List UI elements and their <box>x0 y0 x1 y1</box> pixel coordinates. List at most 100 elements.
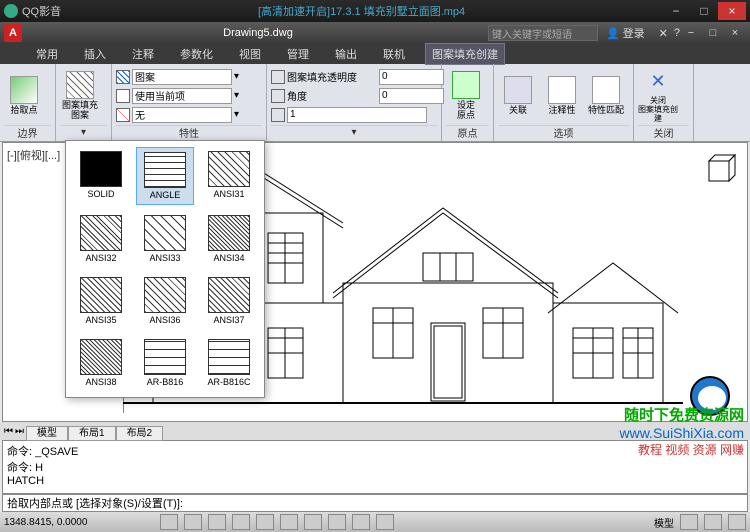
status-btn[interactable] <box>704 514 722 530</box>
pattern-item[interactable]: ANSI31 <box>200 147 258 205</box>
close-hatch-button[interactable]: ✕ 关闭 图案填充创建 <box>638 67 678 123</box>
pattern-item[interactable]: ANSI36 <box>136 273 194 329</box>
status-btn[interactable] <box>728 514 746 530</box>
close-button[interactable]: × <box>718 2 746 20</box>
layout-tab[interactable]: 布局2 <box>116 426 164 441</box>
pattern-item[interactable]: ANSI35 <box>72 273 130 329</box>
annotative-button[interactable]: 注释性 <box>542 76 582 116</box>
hatch-pattern-button[interactable]: 图案填充 图案 <box>60 71 100 121</box>
status-btn[interactable] <box>680 514 698 530</box>
set-origin-button[interactable]: 设定 原点 <box>446 71 486 121</box>
ribbon-tab[interactable]: 参数化 <box>174 44 219 64</box>
ribbon: 拾取点 边界 图案填充 图案 ▾ 图案▾ 使用当前项▾ 无▾ 特性 图案填充透明… <box>0 64 750 142</box>
layout-tab[interactable]: 布局1 <box>68 426 116 441</box>
exchange-icon[interactable]: ✕ <box>659 27 668 40</box>
command-line: HATCH <box>7 475 743 487</box>
pattern-swatch-icon <box>208 215 250 251</box>
coordinates[interactable]: 1348.8415, 0.0000 <box>4 517 154 528</box>
ribbon-tab[interactable]: 视图 <box>233 44 267 64</box>
view-label[interactable]: [-][俯视][...] <box>7 147 60 163</box>
cad-titlebar: A Drawing5.dwg 键入关键字或短语 👤 登录 ✕ ? − □ × <box>0 22 750 44</box>
qp-toggle[interactable] <box>376 514 394 530</box>
pattern-swatch-icon <box>208 339 250 375</box>
associative-icon <box>504 76 532 104</box>
pattern-swatch-icon <box>80 277 122 313</box>
match-icon <box>592 76 620 104</box>
pattern-item[interactable]: ANSI32 <box>72 211 130 267</box>
tab-nav-right-icon[interactable]: ⏭ <box>15 426 24 437</box>
pattern-flyout: SOLIDANGLE ANSI31 ANSI32 ANSI33 ANSI34 ANSI35… <box>65 140 265 398</box>
doc-minimize-button[interactable]: − <box>680 27 702 39</box>
minimize-button[interactable]: − <box>662 2 690 20</box>
watermark: 随时下免费资源网 www.SuiShiXia.com 教程 视频 资源 网赚 <box>620 404 745 458</box>
pattern-item[interactable]: ANSI33 <box>136 211 194 267</box>
chevron-down-icon[interactable]: ▾ <box>234 71 239 82</box>
panel-options[interactable]: 选项 <box>498 125 629 139</box>
ribbon-tab[interactable]: 输出 <box>329 44 363 64</box>
ribbon-tab[interactable]: 图案填充创建 <box>425 43 505 65</box>
layout-tab[interactable]: 模型 <box>26 426 68 441</box>
osnap-toggle[interactable] <box>256 514 274 530</box>
viewcube[interactable] <box>701 149 737 195</box>
otrack-toggle[interactable] <box>280 514 298 530</box>
ribbon-tab[interactable]: 注释 <box>126 44 160 64</box>
panel-boundary[interactable]: 边界 <box>4 125 51 139</box>
lwt-toggle[interactable] <box>352 514 370 530</box>
transparency-input[interactable] <box>379 69 444 85</box>
doc-restore-button[interactable]: □ <box>702 27 724 39</box>
space-label[interactable]: 模型 <box>654 515 674 530</box>
pick-point-button[interactable]: 拾取点 <box>4 76 44 116</box>
associative-button[interactable]: 关联 <box>498 76 538 116</box>
ortho-toggle[interactable] <box>208 514 226 530</box>
pattern-swatch-icon <box>144 152 186 188</box>
chevron-down-icon[interactable]: ▾ <box>234 109 239 120</box>
pattern-item[interactable]: SOLID <box>72 147 130 205</box>
pattern-item[interactable]: AR-B816C <box>200 335 258 391</box>
pattern-name: ANSI33 <box>149 253 180 263</box>
ribbon-tab[interactable]: 常用 <box>30 44 64 64</box>
dyn-toggle[interactable] <box>328 514 346 530</box>
pattern-name: ANSI36 <box>149 315 180 325</box>
grid-toggle[interactable] <box>184 514 202 530</box>
ribbon-tab[interactable]: 插入 <box>78 44 112 64</box>
panel-origin[interactable]: 原点 <box>446 125 489 139</box>
hatch-type-select[interactable]: 图案 <box>132 69 232 85</box>
chevron-down-icon[interactable]: ▾ <box>234 90 239 101</box>
match-props-button[interactable]: 特性匹配 <box>586 76 626 116</box>
pattern-name: ANSI37 <box>213 315 244 325</box>
hatch-color-select[interactable]: 使用当前项 <box>132 88 232 104</box>
ribbon-tab[interactable]: 联机 <box>377 44 411 64</box>
pattern-item[interactable]: ANSI34 <box>200 211 258 267</box>
pattern-swatch-icon <box>80 339 122 375</box>
maximize-button[interactable]: □ <box>690 2 718 20</box>
doc-close-button[interactable]: × <box>724 27 746 39</box>
ribbon-tab[interactable]: 管理 <box>281 44 315 64</box>
pattern-item[interactable]: AR-B816 <box>136 335 194 391</box>
panel-properties[interactable]: 特性 <box>116 125 262 139</box>
annotative-icon <box>548 76 576 104</box>
pattern-name: AR-B816C <box>207 377 250 387</box>
pick-point-icon <box>10 76 38 104</box>
tab-nav-left-icon[interactable]: ⏮ <box>4 426 13 437</box>
close-x-icon: ✕ <box>644 67 672 95</box>
pattern-swatch-icon <box>144 339 186 375</box>
pattern-item[interactable]: ANGLE <box>136 147 194 205</box>
scale-icon <box>271 108 285 122</box>
user-login[interactable]: 👤 登录 <box>606 25 645 41</box>
pattern-name: ANSI31 <box>213 189 244 199</box>
command-input[interactable]: 拾取内部点或 [选择对象(S)/设置(T)]: <box>2 494 748 512</box>
scale-input[interactable] <box>287 107 427 123</box>
polar-toggle[interactable] <box>232 514 250 530</box>
ducs-toggle[interactable] <box>304 514 322 530</box>
help-search-input[interactable]: 键入关键字或短语 <box>488 25 598 41</box>
hatch-bg-select[interactable]: 无 <box>132 107 232 123</box>
pattern-item[interactable]: ANSI37 <box>200 273 258 329</box>
type-swatch-icon <box>116 70 130 84</box>
autocad-icon[interactable]: A <box>4 24 22 42</box>
pattern-item[interactable]: ANSI38 <box>72 335 130 391</box>
angle-input[interactable] <box>379 88 444 104</box>
origin-icon <box>452 71 480 99</box>
panel-pattern[interactable]: ▾ <box>60 125 107 139</box>
snap-toggle[interactable] <box>160 514 178 530</box>
player-icon <box>4 4 18 18</box>
